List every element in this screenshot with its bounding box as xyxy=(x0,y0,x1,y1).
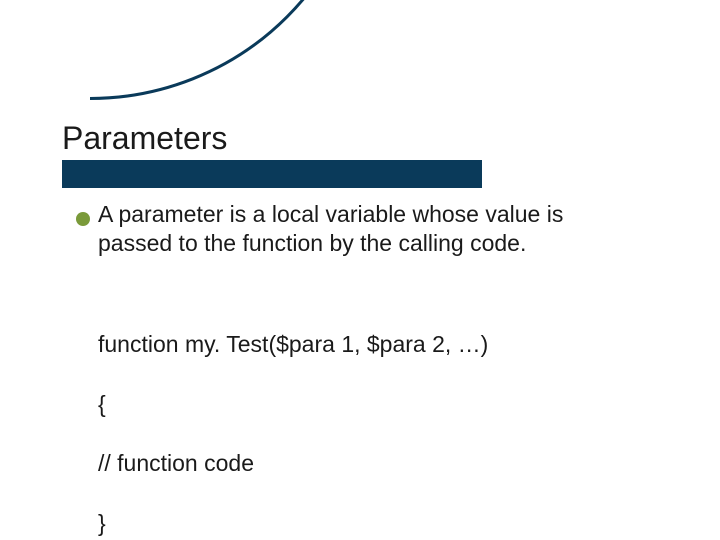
code-block: function my. Test($para 1, $para 2, …) {… xyxy=(98,300,618,540)
code-line: function my. Test($para 1, $para 2, …) xyxy=(98,330,618,360)
description-text: A parameter is a local variable whose va… xyxy=(98,200,618,258)
code-line: } xyxy=(98,509,618,539)
code-line: { xyxy=(98,390,618,420)
title-underline-bar xyxy=(62,160,482,188)
code-line: // function code xyxy=(98,449,618,479)
bullet-dot-icon xyxy=(76,212,90,226)
slide-title: Parameters xyxy=(62,120,227,157)
arc-mask xyxy=(0,0,90,120)
slide: Parameters A parameter is a local variab… xyxy=(0,0,720,540)
